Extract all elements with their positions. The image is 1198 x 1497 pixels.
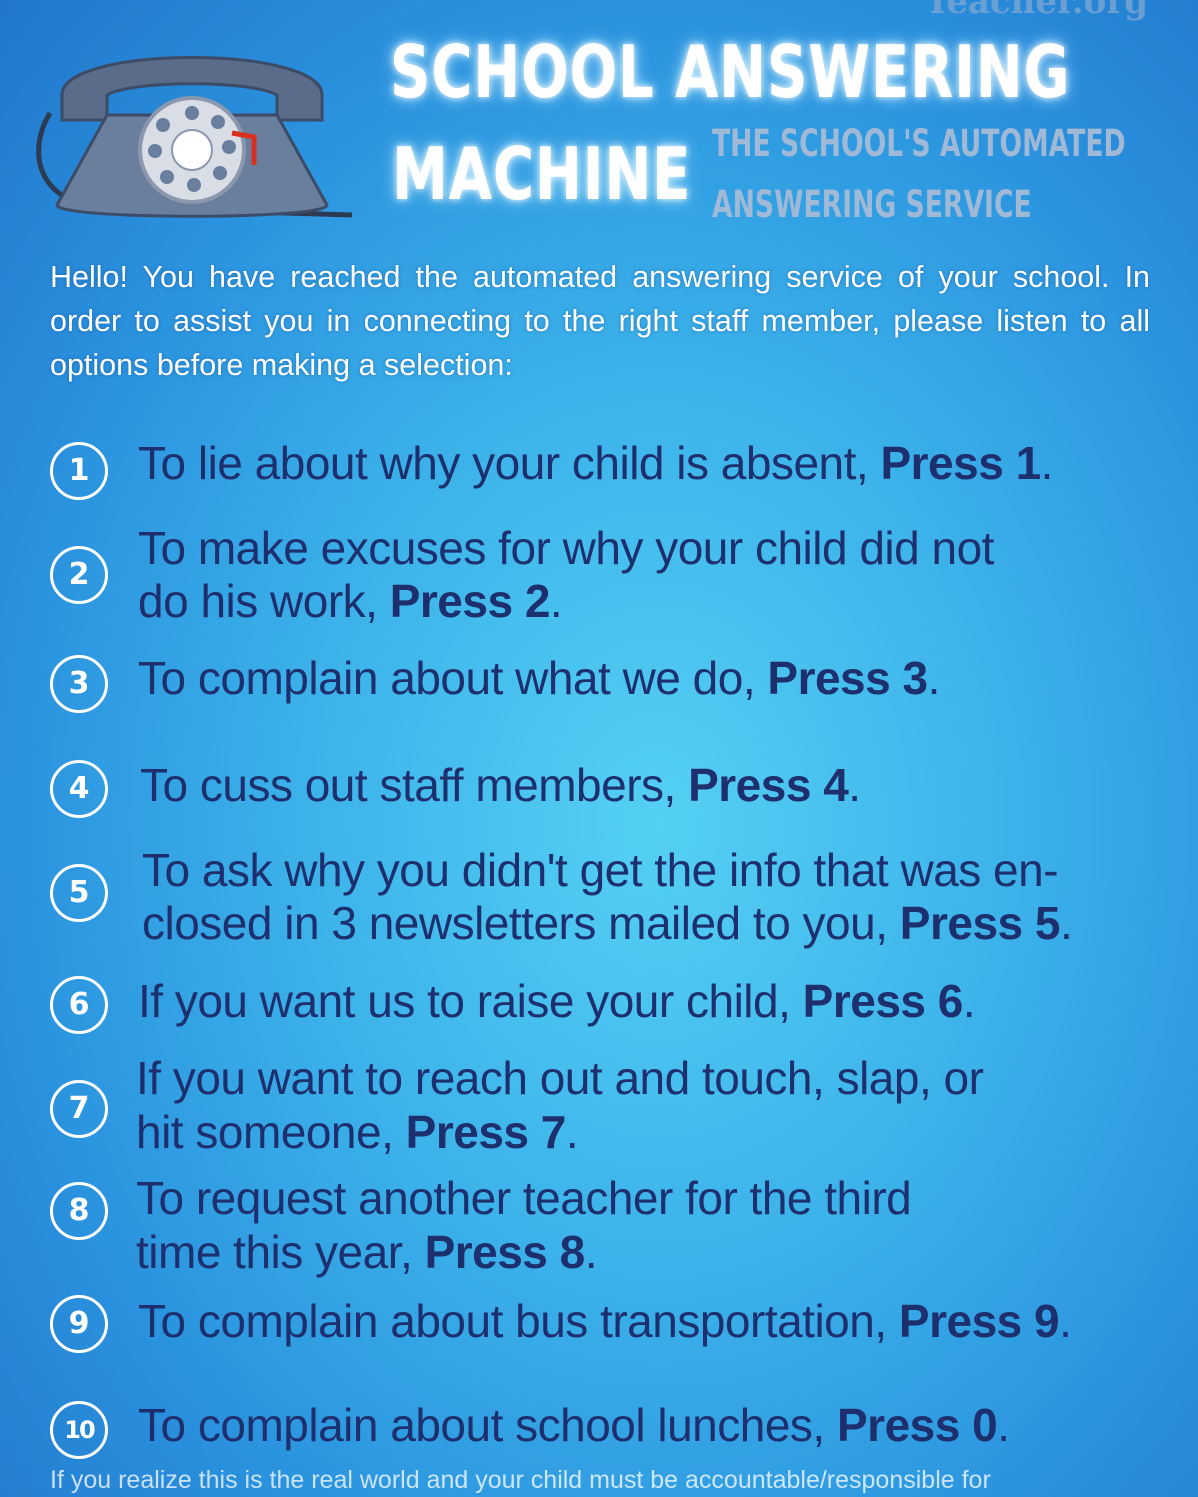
option-number-badge: 9: [50, 1295, 108, 1353]
subtitle-line1: THE SCHOOL'S AUTOMATED: [712, 122, 1126, 165]
option-text-line1: To make excuses for why your child did n…: [138, 522, 994, 574]
option-number-badge: 1: [50, 442, 108, 500]
option-number-badge: 5: [50, 864, 108, 922]
page-title-line2: MACHINE: [392, 132, 692, 216]
rotary-phone-icon: [36, 56, 353, 218]
option-text: To cuss out staff members, Press 4.: [140, 759, 861, 811]
option-text: To complain about school lunches, Press …: [138, 1399, 1010, 1451]
option-number-badge: 3: [50, 655, 108, 713]
option-text-line2: hit someone, Press 7.: [136, 1106, 579, 1158]
option-text-line2: do his work, Press 2.: [138, 575, 563, 627]
option-text-line2: time this year, Press 8.: [136, 1226, 598, 1278]
option-text: To lie about why your child is absent, P…: [138, 437, 1053, 489]
subtitle-line2: ANSWERING SERVICE: [712, 183, 1032, 226]
option-text: To complain about what we do, Press 3.: [138, 652, 940, 704]
option-number-badge: 4: [50, 760, 108, 818]
footer-text: If you realize this is the real world an…: [50, 1466, 991, 1494]
option-text: If you want us to raise your child, Pres…: [138, 975, 976, 1027]
option-number-badge: 7: [50, 1080, 108, 1138]
option-text-line1: If you want to reach out and touch, slap…: [136, 1052, 984, 1104]
option-text: To complain about bus transportation, Pr…: [138, 1295, 1072, 1347]
intro-text: Hello! You have reached the automated an…: [50, 260, 1150, 382]
site-watermark: Teacher.org: [924, 0, 1148, 22]
option-text-line1: To ask why you didn't get the info that …: [142, 844, 1059, 896]
option-text-line2: closed in 3 newsletters mailed to you, P…: [142, 897, 1073, 949]
option-number-badge: 2: [50, 546, 108, 604]
option-number-badge: 6: [50, 976, 108, 1034]
option-number-badge: 8: [50, 1182, 108, 1240]
option-text-line1: To request another teacher for the third: [136, 1172, 912, 1224]
option-number-badge: 10: [50, 1401, 108, 1459]
page-title-line1: SCHOOL ANSWERING: [390, 30, 1071, 114]
